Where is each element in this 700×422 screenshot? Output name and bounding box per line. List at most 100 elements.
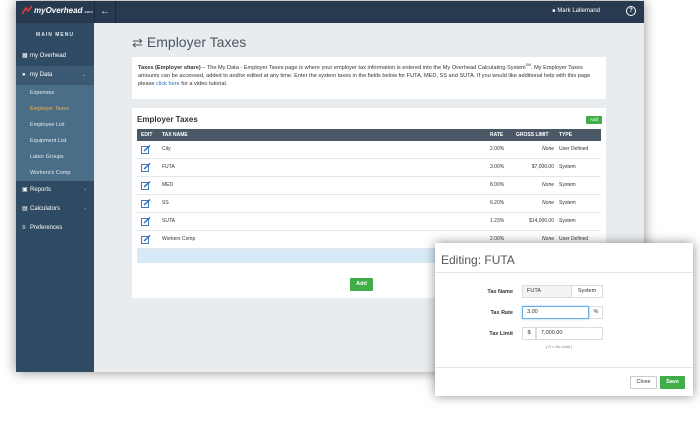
close-button[interactable]: Close xyxy=(630,376,657,389)
info-text-3: for a video tutorial. xyxy=(179,80,228,87)
currency-addon: $ xyxy=(522,327,536,340)
gross-limit: $7,000.00 xyxy=(531,164,554,170)
sidebar-item-label: my Overhead xyxy=(30,53,67,59)
tax-name: Workers Comp xyxy=(162,236,196,242)
header-tax-name: TAX NAME xyxy=(162,132,188,138)
sidebar-item-calculators[interactable]: ▤ Calculators ‹ xyxy=(16,200,94,219)
sidebar-item-label: Preferences xyxy=(30,225,63,231)
info-text: – The My Data - Employer Taxes page is w… xyxy=(200,64,526,71)
user-icon: ■ xyxy=(552,8,556,14)
logo[interactable]: myOverhead.com xyxy=(22,6,93,15)
save-button[interactable]: Save xyxy=(660,376,685,389)
modal-footer: Close Save xyxy=(435,367,693,396)
limit-hint: ( 0 = No Limit ) xyxy=(546,344,573,349)
tax-rate: 8.00% xyxy=(490,182,505,188)
tax-type: User Defined xyxy=(559,236,589,242)
header-edit: EDIT xyxy=(141,132,153,138)
sidebar: MAIN MENU ▦ my Overhead ● my Data ⌄ Expense… xyxy=(16,23,94,372)
edit-icon[interactable] xyxy=(141,181,151,190)
table-row: SS 6.20% None System xyxy=(137,195,601,213)
tax-name-field: FUTA xyxy=(522,285,572,298)
user-icon: ● xyxy=(22,72,26,78)
tax-name: MED xyxy=(162,182,174,188)
chevron-left-icon: ‹ xyxy=(84,187,86,193)
info-panel: Taxes (Employer share) – The My Data - E… xyxy=(132,57,606,99)
gross-limit: None xyxy=(542,146,554,152)
header-gross-limit: GROSS LIMIT xyxy=(516,132,549,138)
page-title: ⇄ Employer Taxes xyxy=(132,34,246,51)
tax-type: User Defined xyxy=(559,146,589,152)
sidebar-item-my-data[interactable]: ● my Data ⌄ xyxy=(16,66,94,85)
chevron-left-icon: ‹ xyxy=(84,206,86,212)
tax-type-addon: System xyxy=(571,285,603,298)
tax-name-label: Tax Name xyxy=(487,289,513,295)
sidebar-subitem-expenses[interactable]: Expenses xyxy=(16,85,94,101)
calculator-icon: ▤ xyxy=(22,206,28,212)
sidebar-subitem-workers-comp[interactable]: Workers's Comp xyxy=(16,165,94,181)
tax-rate: 3.00% xyxy=(490,164,505,170)
video-tutorial-link[interactable]: click here xyxy=(156,81,180,87)
tax-rate-label: Tax Rate xyxy=(490,310,513,316)
tax-rate: 2.00% xyxy=(490,236,505,242)
gross-limit: None xyxy=(542,200,554,206)
sidebar-item-label: Reports xyxy=(30,187,52,193)
gross-limit: None xyxy=(542,182,554,188)
tax-type: System xyxy=(559,218,576,224)
modal-header: Editing: FUTA xyxy=(435,243,693,273)
swap-arrows-icon: ⇄ xyxy=(132,35,143,50)
table-row: MED 8.00% None System xyxy=(137,177,601,195)
header-type: TYPE xyxy=(559,132,573,138)
table-header: EDIT TAX NAME RATE GROSS LIMIT TYPE xyxy=(137,129,601,141)
tax-limit-label: Tax Limit xyxy=(489,331,513,337)
header-rate: RATE xyxy=(490,132,504,138)
sidebar-title: MAIN MENU xyxy=(36,32,74,38)
add-tax-small-button[interactable]: Add xyxy=(586,116,602,124)
back-arrow-icon[interactable]: ← xyxy=(94,1,116,23)
user-menu[interactable]: ■ Mark Lallemand xyxy=(552,8,600,14)
grid-icon: ▦ xyxy=(22,53,28,59)
table-row: SUTA 1.23% $14,000.00 System xyxy=(137,213,601,231)
tax-type: System xyxy=(559,182,576,188)
edit-icon[interactable] xyxy=(141,235,151,244)
tax-rate: 2.00% xyxy=(490,146,505,152)
sidebar-subitem-equipment-list[interactable]: Equipment List xyxy=(16,133,94,149)
card-title: Employer Taxes xyxy=(137,115,198,124)
table-row: City 2.00% None User Defined xyxy=(137,141,601,159)
tax-name: City xyxy=(162,146,171,152)
sidebar-item-label: my Data xyxy=(30,72,53,78)
sidebar-subitem-employer-taxes[interactable]: Employer Taxes xyxy=(16,101,94,117)
tax-name: FUTA xyxy=(162,164,175,170)
gross-limit: None xyxy=(542,236,554,242)
top-bar: myOverhead.com ← ■ Mark Lallemand ? xyxy=(16,1,644,23)
sidebar-item-preferences[interactable]: ≡ Preferences xyxy=(16,219,94,238)
info-bold: Taxes (Employer share) xyxy=(138,64,201,71)
tax-limit-input[interactable]: 7,000.00 xyxy=(536,327,603,340)
sliders-icon: ≡ xyxy=(22,225,26,231)
tax-type: System xyxy=(559,164,576,170)
logo-text: myOverhead xyxy=(34,6,83,15)
logo-mark-icon xyxy=(22,6,32,14)
tax-name: SUTA xyxy=(162,218,175,224)
add-tax-button[interactable]: Add xyxy=(350,278,373,291)
help-icon[interactable]: ? xyxy=(626,6,636,16)
sidebar-item-reports[interactable]: ▣ Reports ‹ xyxy=(16,181,94,200)
tax-rate: 6.20% xyxy=(490,200,505,206)
sidebar-item-my-overhead[interactable]: ▦ my Overhead xyxy=(16,47,94,66)
percent-addon: % xyxy=(589,306,603,319)
edit-tax-modal: Editing: FUTA Tax Name FUTA System Tax R… xyxy=(435,243,693,396)
edit-icon[interactable] xyxy=(141,163,151,172)
tax-name: SS xyxy=(162,200,169,206)
page-title-text: Employer Taxes xyxy=(146,34,247,50)
sidebar-subitem-labor-groups[interactable]: Labor Groups xyxy=(16,149,94,165)
edit-icon[interactable] xyxy=(141,199,151,208)
report-icon: ▣ xyxy=(22,187,28,193)
edit-icon[interactable] xyxy=(141,145,151,154)
table-row: FUTA 3.00% $7,000.00 System xyxy=(137,159,601,177)
modal-title: Editing: FUTA xyxy=(441,253,515,267)
sidebar-subitem-employee-list[interactable]: Employee List xyxy=(16,117,94,133)
edit-icon[interactable] xyxy=(141,217,151,226)
tax-rate-input[interactable]: 3.00 xyxy=(522,306,589,319)
logo-sub: .com xyxy=(83,9,93,14)
chevron-down-icon: ⌄ xyxy=(81,72,86,78)
gross-limit: $14,000.00 xyxy=(528,218,554,224)
